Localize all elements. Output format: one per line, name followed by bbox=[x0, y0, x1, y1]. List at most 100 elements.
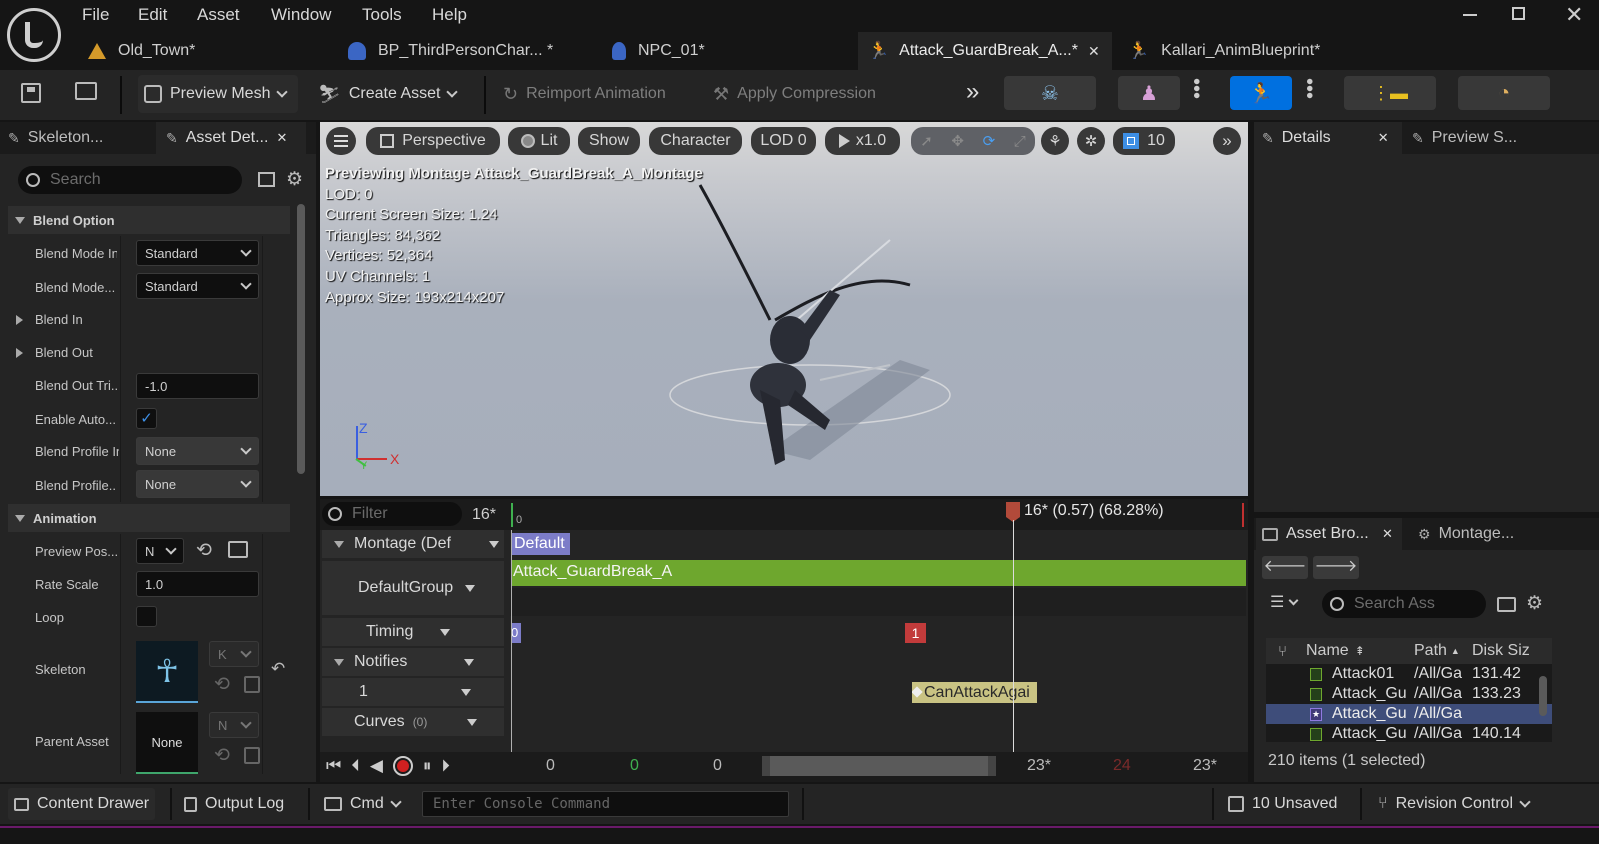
section-animation[interactable]: Animation bbox=[8, 504, 290, 532]
world-local-button[interactable]: ⚘ bbox=[1041, 127, 1069, 155]
revision-control-button[interactable]: ⑂ Revision Control bbox=[1378, 788, 1531, 820]
asset-search-input[interactable]: Search Ass bbox=[1322, 590, 1486, 618]
viewport-overflow-button[interactable]: » bbox=[1213, 127, 1241, 155]
play-end[interactable]: 24 bbox=[1113, 757, 1131, 775]
menu-file[interactable]: File bbox=[82, 5, 138, 25]
console-command-input[interactable]: Enter Console Command bbox=[422, 791, 789, 817]
unreal-logo-icon[interactable] bbox=[7, 8, 61, 62]
reset-arrow-icon[interactable]: ⟲ bbox=[196, 539, 212, 562]
browse-folder-icon[interactable] bbox=[244, 676, 260, 693]
lit-button[interactable]: Lit bbox=[508, 127, 570, 155]
browse-to-asset-icon[interactable] bbox=[75, 82, 97, 100]
track-montage[interactable]: Montage (Def bbox=[322, 530, 504, 558]
blend-profile-in-dropdown[interactable]: None bbox=[136, 437, 259, 465]
parent-asset-thumbnail[interactable]: None bbox=[136, 712, 198, 774]
perspective-button[interactable]: Perspective bbox=[366, 127, 500, 155]
range-end[interactable]: 23* bbox=[1193, 757, 1217, 775]
table-view-icon[interactable] bbox=[258, 172, 275, 187]
view-end[interactable]: 23* bbox=[1027, 757, 1051, 775]
surface-snap-button[interactable]: ✲ bbox=[1077, 127, 1105, 155]
character-button[interactable]: Character bbox=[649, 127, 742, 155]
forward-arrow-button[interactable]: 🡒 bbox=[1313, 556, 1359, 579]
unsaved-button[interactable]: 10 Unsaved bbox=[1228, 788, 1337, 820]
asset-row-selected[interactable]: ★ Attack_Gu /All/Ga bbox=[1266, 704, 1552, 724]
skeleton-thumbnail[interactable]: ☥ bbox=[136, 641, 198, 703]
settings-gear-icon[interactable]: ⚙ bbox=[286, 168, 303, 191]
close-tab-icon[interactable]: ✕ bbox=[1382, 526, 1393, 542]
source-icon[interactable]: ⑂ bbox=[1266, 643, 1306, 660]
prop-blend-in[interactable]: Blend In bbox=[16, 312, 83, 327]
blend-out-trigger-field[interactable]: -1.0 bbox=[136, 373, 259, 399]
menu-tools[interactable]: Tools bbox=[362, 5, 432, 25]
more-options-icon[interactable]: ••• bbox=[1185, 78, 1207, 99]
mesh-mode-button[interactable]: ♟ bbox=[1118, 76, 1180, 110]
close-tab-icon[interactable]: ✕ bbox=[276, 130, 287, 146]
notify-can-attack-again[interactable]: CanAttackAgai bbox=[912, 682, 1037, 703]
asset-row[interactable]: Attack_Gu /All/Ga 133.23 bbox=[1266, 684, 1552, 704]
range-start[interactable]: 0 bbox=[546, 757, 555, 775]
timeline-scrollbar[interactable] bbox=[762, 756, 996, 776]
tab-montage-sections[interactable]: ⚙ Montage... bbox=[1418, 522, 1514, 546]
blend-mode-in-dropdown[interactable]: Standard bbox=[136, 240, 259, 266]
playback-speed-button[interactable]: x1.0 bbox=[825, 127, 900, 155]
doc-tab-attack-guardbreak[interactable]: 🏃 Attack_GuardBreak_A...* ✕ bbox=[858, 32, 1112, 70]
skeleton-dropdown[interactable]: K bbox=[209, 641, 259, 667]
close-window-button[interactable]: ✕ bbox=[1565, 2, 1583, 28]
loop-checkbox[interactable] bbox=[136, 606, 157, 627]
apply-compression-button[interactable]: ⚒ Apply Compression bbox=[713, 75, 876, 113]
record-icon[interactable] bbox=[392, 756, 413, 776]
column-path[interactable]: Path ▲ bbox=[1414, 642, 1472, 660]
menu-asset[interactable]: Asset bbox=[197, 5, 271, 25]
skip-to-start-icon[interactable]: ⏮ bbox=[326, 756, 341, 776]
step-forward-icon[interactable]: ⏵ bbox=[441, 756, 450, 776]
enable-auto-checkbox[interactable]: ✓ bbox=[136, 408, 157, 429]
use-selected-icon[interactable]: ⟲ bbox=[214, 744, 230, 767]
lod-button[interactable]: LOD 0 bbox=[751, 127, 816, 155]
cmd-dropdown[interactable]: Cmd bbox=[324, 788, 402, 820]
section-default[interactable]: Default bbox=[511, 533, 570, 555]
restore-button[interactable] bbox=[1512, 7, 1525, 20]
play-reverse-icon[interactable]: ◀ bbox=[370, 756, 383, 776]
close-tab-icon[interactable]: ✕ bbox=[1378, 130, 1389, 146]
reset-to-default-icon[interactable]: ↶ bbox=[271, 659, 285, 679]
menu-window[interactable]: Window bbox=[271, 5, 362, 25]
prop-blend-out[interactable]: Blend Out bbox=[16, 345, 93, 360]
details-scrollbar[interactable] bbox=[297, 204, 305, 474]
play-start[interactable]: 0 bbox=[630, 757, 639, 775]
asset-list-scrollbar[interactable] bbox=[1539, 676, 1547, 716]
column-name[interactable]: Name ⇞ bbox=[1306, 642, 1414, 660]
translate-tool-icon[interactable]: ✥ bbox=[951, 132, 964, 150]
create-asset-button[interactable]: ⛷ Create Asset bbox=[318, 75, 468, 113]
browse-folder-icon[interactable] bbox=[228, 541, 248, 558]
column-disk-size[interactable]: Disk Siz bbox=[1472, 642, 1530, 660]
section-blend-option[interactable]: Blend Option bbox=[8, 206, 290, 234]
doc-tab-bp-thirdperson[interactable]: BP_ThirdPersonChar... * bbox=[348, 38, 553, 64]
track-default-group[interactable]: DefaultGroup bbox=[322, 561, 504, 615]
timeline-filter-input[interactable]: Filter bbox=[322, 502, 462, 526]
settings-gear-icon[interactable]: ⚙ bbox=[1526, 592, 1543, 615]
asset-row[interactable]: Attack_Gu /All/Ga 140.14 bbox=[1266, 724, 1552, 742]
doc-tab-npc01[interactable]: NPC_01* bbox=[612, 38, 705, 64]
doc-tab-kallari-animbp[interactable]: 🏃 Kallari_AnimBlueprint* bbox=[1128, 38, 1320, 64]
folder-icon[interactable] bbox=[1497, 597, 1516, 612]
menu-edit[interactable]: Edit bbox=[138, 5, 197, 25]
doc-tab-old-town[interactable]: Old_Town* bbox=[88, 38, 195, 64]
tab-details[interactable]: ✎ Details ✕ bbox=[1254, 122, 1402, 154]
skeleton-mode-button[interactable]: ☠ bbox=[1004, 76, 1096, 110]
details-search-input[interactable]: Search bbox=[18, 166, 242, 194]
track-curves[interactable]: Curves (0) bbox=[322, 708, 504, 736]
timing-marker-0[interactable]: 0 bbox=[511, 623, 521, 643]
scale-tool-icon[interactable]: ⤢ bbox=[1014, 133, 1026, 150]
preview-mesh-button[interactable]: Preview Mesh bbox=[138, 75, 298, 113]
track-timing[interactable]: Timing bbox=[322, 618, 504, 646]
tab-skeleton[interactable]: ✎ Skeleton... bbox=[8, 126, 103, 150]
more-options-icon[interactable]: ••• bbox=[1298, 78, 1320, 99]
blueprint-mode-button[interactable]: ⋮▬ bbox=[1344, 76, 1436, 110]
physics-mode-button[interactable]: ◔ bbox=[1458, 76, 1550, 110]
parent-asset-dropdown[interactable]: N bbox=[209, 712, 259, 738]
animation-mode-button[interactable]: 🏃 bbox=[1230, 76, 1292, 110]
reimport-animation-button[interactable]: ↻ Reimport Animation bbox=[503, 75, 666, 113]
content-drawer-button[interactable]: Content Drawer bbox=[8, 788, 156, 820]
blend-mode-out-dropdown[interactable]: Standard bbox=[136, 273, 259, 299]
track-notifies[interactable]: Notifies bbox=[322, 648, 504, 676]
